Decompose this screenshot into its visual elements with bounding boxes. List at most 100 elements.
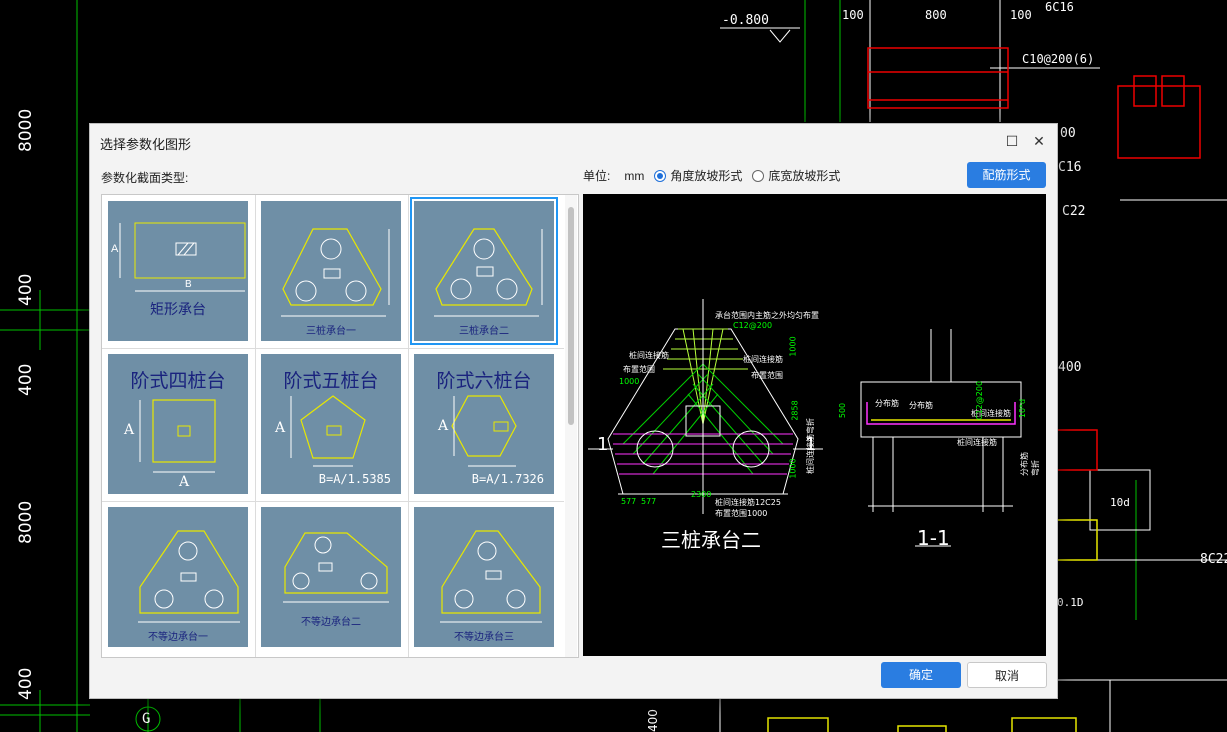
cad-label-vertical: 400 — [16, 667, 36, 700]
preview-note: 布置范围 — [751, 371, 783, 380]
tile-caption: 阶式六桩台 — [436, 370, 532, 392]
cad-label: 8C22 — [1200, 552, 1227, 567]
close-icon: ✕ — [1033, 133, 1045, 149]
section-type-label: 参数化截面类型: — [101, 171, 189, 185]
radio-unselected-icon — [752, 169, 765, 182]
shape-tile-rectangle[interactable]: A B 矩形承台 — [108, 201, 248, 341]
preview-note: 桩间连接筋 — [957, 438, 997, 447]
dialog-title: 选择参数化图形 — [100, 137, 192, 152]
tile-caption: 阶式五桩台 — [283, 370, 379, 392]
cad-label: 6C16 — [1045, 0, 1074, 14]
cad-label: 100 — [1010, 8, 1032, 22]
preview-note: 布置范围 — [623, 365, 655, 374]
preview-title: 三桩承台二 — [661, 528, 761, 552]
cancel-button[interactable]: 取消 — [967, 662, 1047, 688]
tile-caption: 不等边承台三 — [454, 632, 514, 643]
unequal-pile-shape-icon — [138, 530, 240, 623]
unit-value: mm — [624, 168, 645, 183]
dim-label: A — [124, 422, 135, 438]
cad-label: 0.1D — [1057, 596, 1084, 609]
dim-label: 2300 — [691, 490, 712, 499]
cad-label-vertical: 8000 — [16, 500, 36, 544]
dim-label: A — [438, 418, 449, 434]
dim-label: 577 — [641, 497, 657, 506]
unit-row: 单位: mm 角度放坡形式 底宽放坡形式 — [583, 167, 840, 184]
dim-label: A — [111, 243, 119, 255]
shape-tile-unequal-1[interactable]: 不等边承台一 — [108, 507, 248, 647]
preview-note: 桩间连接筋12C25 — [715, 498, 781, 507]
scrollbar-thumb[interactable] — [568, 207, 574, 425]
radio-selected-icon — [654, 169, 667, 182]
grid-divider — [255, 195, 256, 657]
rectangle-shape-icon — [119, 222, 246, 292]
shape-tile-unequal-2[interactable]: 不等边承台二 — [261, 507, 401, 647]
shape-tile-unequal-3[interactable]: 不等边承台三 — [414, 507, 554, 647]
cad-label-vertical: 8000 — [16, 108, 36, 152]
grid-divider — [102, 501, 564, 502]
dim-label: 1000 — [788, 458, 798, 479]
cad-label: C22 — [1062, 204, 1086, 219]
cad-label-vertical: 400 — [16, 273, 36, 306]
cad-label: 100 — [842, 8, 864, 22]
preview-note: C12@200 — [733, 321, 773, 330]
maximize-icon: ☐ — [1005, 133, 1019, 149]
shape-preview-panel: 三桩承台二 1-1 1 1 承台范围内主筋之外均匀布置 C12@200 桩间连接… — [583, 194, 1046, 656]
dim-label: 2858 — [790, 400, 800, 421]
preview-note: 分布筋 — [909, 401, 933, 410]
tile-caption: 阶式四桩台 — [130, 370, 226, 392]
preview-note: 桩间连接筋 — [743, 355, 783, 364]
radio-angle-label: 角度放坡形式 — [670, 169, 743, 183]
radio-width-label: 底宽放坡形式 — [768, 169, 841, 183]
cad-label: -0.800 — [722, 13, 769, 28]
tile-formula: B=A/1.5385 — [318, 472, 391, 486]
tile-formula: B=A/1.7326 — [471, 472, 544, 486]
cad-label: C10@200(6) — [1022, 52, 1095, 66]
dim-label: 577 — [621, 497, 637, 506]
preview-note: 承台范围内主筋之外均匀布置 — [715, 311, 819, 320]
tile-caption: 不等边承台一 — [148, 632, 208, 643]
dim-label: 1000 — [788, 336, 798, 357]
preview-note: 桩间连接筋弯折 — [806, 418, 815, 474]
select-parametric-shape-dialog: 选择参数化图形 ☐ ✕ 参数化截面类型: 单位: mm 角度放坡形式 底宽放坡形… — [89, 123, 1058, 699]
selection-highlight — [410, 197, 558, 345]
grid-divider — [102, 348, 564, 349]
shape-tile-stepped-six-pile[interactable]: A 阶式六桩台 B=A/1.7326 — [414, 354, 554, 494]
rebar-form-button[interactable]: 配筋形式 — [967, 162, 1046, 188]
cad-label-vertical: 400 — [16, 363, 36, 396]
section-title: 1-1 — [917, 526, 950, 550]
dim-label: B — [185, 279, 192, 290]
cad-label: 00 — [1060, 126, 1076, 141]
preview-note: 分布筋 — [875, 399, 899, 408]
cad-label-vertical: 400 — [646, 709, 660, 732]
three-pile-shape-icon — [281, 228, 390, 317]
ok-button[interactable]: 确定 — [881, 662, 961, 688]
dim-label: 500 — [838, 402, 848, 419]
shape-tile-stepped-five-pile[interactable]: A 阶式五桩台 B=A/1.5385 — [261, 354, 401, 494]
grid-divider — [408, 195, 409, 657]
preview-note: C12@200 — [975, 380, 984, 420]
maximize-button[interactable]: ☐ — [1000, 130, 1024, 152]
close-button[interactable]: ✕ — [1027, 130, 1051, 152]
grid-axis-label: G — [142, 711, 151, 727]
gallery-scrollbar[interactable] — [565, 195, 577, 657]
unit-label: 单位: — [583, 169, 611, 183]
dim-label: A — [179, 474, 190, 490]
preview-note: 布置范围1000 — [715, 509, 768, 518]
cad-label: C16 — [1058, 160, 1082, 175]
section-mark-left: 1 — [597, 434, 609, 455]
tile-caption: 三桩承台一 — [306, 326, 356, 337]
preview-note: 桩间连接筋 — [629, 351, 669, 360]
tile-caption: 矩形承台 — [150, 302, 206, 318]
radio-angle-slope[interactable]: 角度放坡形式 — [654, 167, 742, 184]
shape-tile-three-pile-1[interactable]: 三桩承台一 — [261, 201, 401, 341]
shape-tile-stepped-four-pile[interactable]: A A 阶式四桩台 — [108, 354, 248, 494]
cad-label: 10d — [1110, 496, 1130, 509]
dim-label: A — [275, 420, 286, 436]
cad-label: 400 — [1058, 360, 1082, 375]
dim-label: 10*d — [1018, 398, 1028, 419]
preview-note: 1000 — [619, 377, 640, 386]
cad-label: 800 — [925, 8, 947, 22]
unequal-pile-shape-icon — [440, 530, 542, 623]
tile-caption: 不等边承台二 — [301, 617, 361, 628]
radio-width-slope[interactable]: 底宽放坡形式 — [752, 167, 840, 184]
